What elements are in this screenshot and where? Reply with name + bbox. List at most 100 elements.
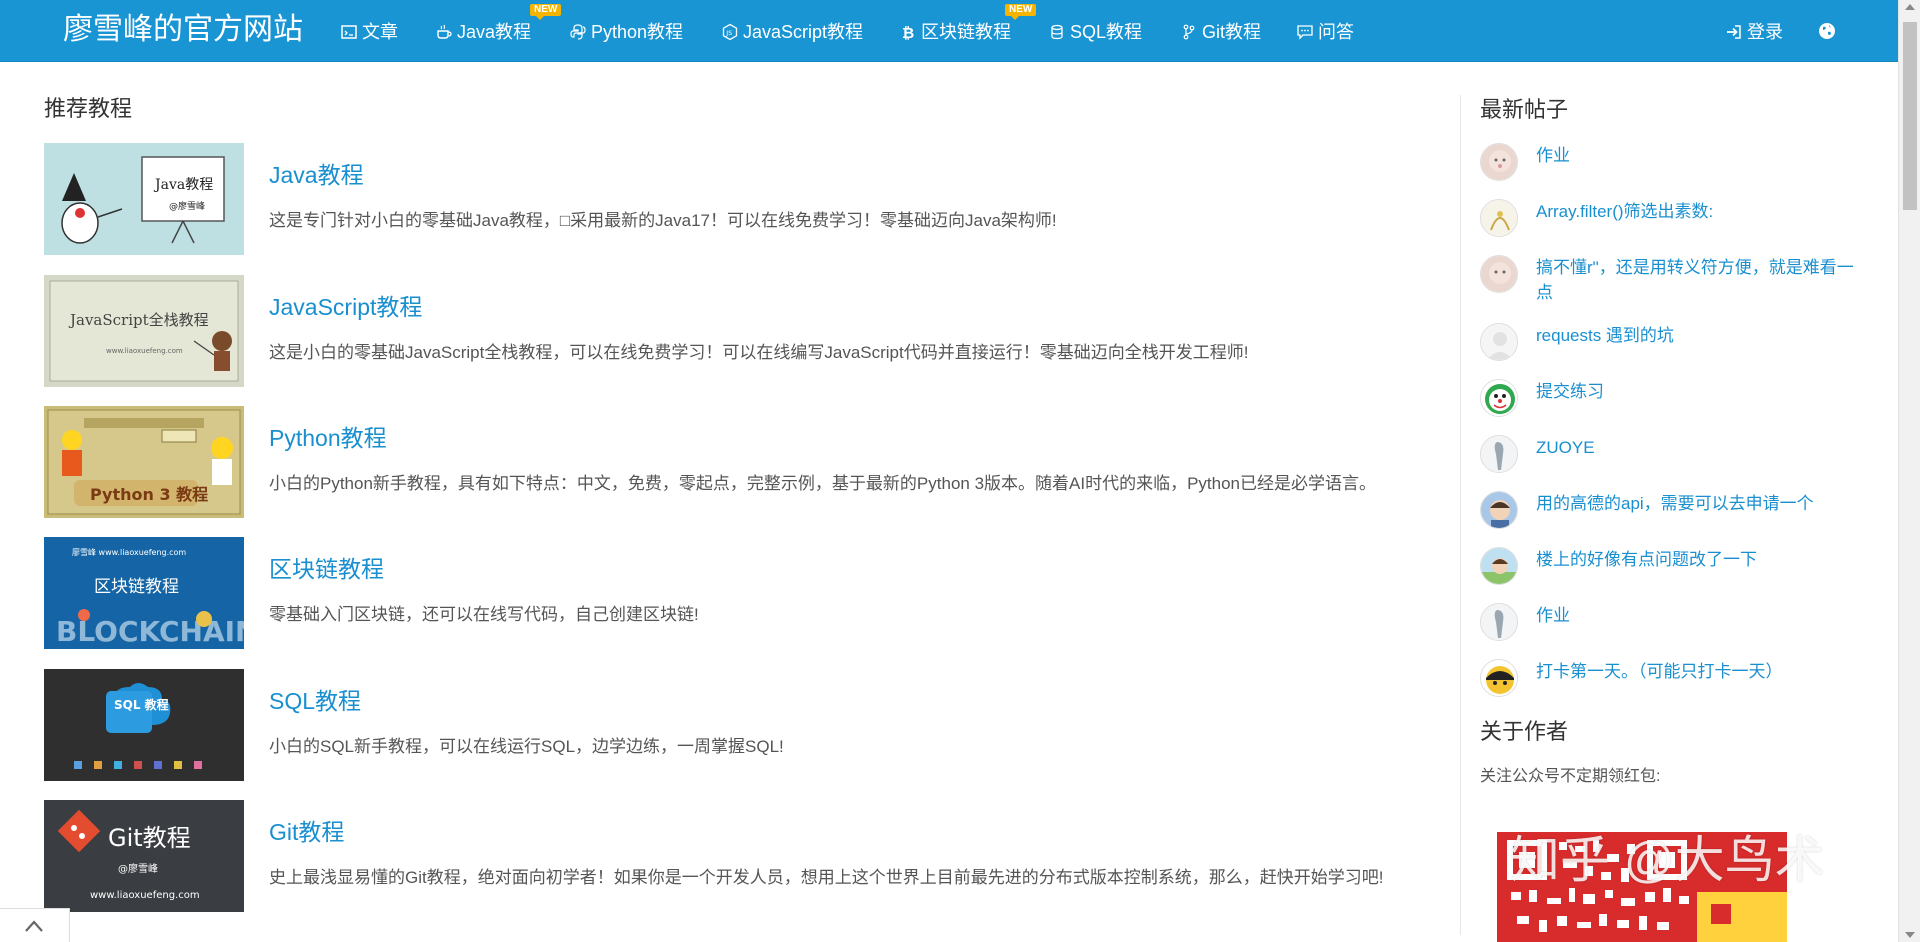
post-link[interactable]: 作业 [1536, 143, 1856, 168]
nav-item-label: 文章 [362, 22, 398, 42]
course-description: 小白的Python新手教程，具有如下特点：中文，免费，零起点，完整示例，基于最新… [269, 474, 1377, 493]
nav-item-git[interactable]: Git教程 [1180, 20, 1261, 44]
course-description: 这是专门针对小白的零基础Java教程，□采用最新的Java17！可以在线免费学习… [269, 211, 1057, 230]
nav-item-label: 区块链教程 [921, 22, 1011, 42]
avatar[interactable] [1480, 435, 1518, 473]
scrollbar-thumb[interactable] [1903, 22, 1917, 210]
database-icon [1048, 23, 1066, 41]
post-link[interactable]: 作业 [1536, 603, 1856, 628]
javascript-icon: JS [721, 23, 739, 41]
course-title[interactable]: JavaScript教程 [269, 292, 422, 322]
thumb-text: Python 3 教程 [90, 485, 208, 504]
nav-item-sql[interactable]: SQL教程 [1048, 20, 1142, 44]
nav-item-java[interactable]: Java教程 NEW [435, 4, 562, 44]
thumb-sub: www.liaoxuefeng.com [106, 347, 183, 355]
column-divider [1460, 95, 1461, 935]
post-link[interactable]: 用的高德的api，需要可以去申请一个 [1536, 491, 1856, 516]
coffee-icon [435, 23, 453, 41]
avatar[interactable] [1480, 547, 1518, 585]
login-button[interactable]: 登录 [1725, 20, 1783, 44]
nav-item-label: Python教程 [591, 22, 684, 42]
new-badge: NEW [1005, 4, 1037, 20]
svg-text:₿: ₿ [902, 24, 914, 41]
course-title[interactable]: SQL教程 [269, 686, 361, 716]
watermark-text: 知乎 @大鸟术 [1510, 832, 1825, 888]
course-description: 史上最浅显易懂的Git教程，绝对面向初学者！如果你是一个开发人员，想用上这个世界… [269, 868, 1384, 887]
course-thumbnail[interactable]: JavaScript全栈教程 www.liaoxuefeng.com [44, 275, 244, 387]
avatar[interactable] [1480, 603, 1518, 641]
nav-item-label: JavaScript教程 [743, 22, 864, 42]
latest-posts-title: 最新帖子 [1480, 97, 1569, 122]
avatar[interactable] [1480, 659, 1518, 697]
sign-in-icon [1725, 23, 1743, 41]
back-to-top-button[interactable] [0, 908, 70, 942]
chevron-up-icon [25, 920, 43, 932]
thumb-text: Java教程 [153, 177, 213, 193]
course-card-javascript: JavaScript全栈教程 www.liaoxuefeng.com JavaS… [44, 275, 1444, 387]
course-card-python: Python 3 教程 Python教程 小白的Python新手教程，具有如下特… [44, 406, 1444, 518]
course-thumbnail[interactable]: 廖雪峰 www.liaoxuefeng.com 区块链教程 BLOCKCHAIN [44, 537, 244, 649]
svg-text:JS: JS [725, 29, 732, 37]
post-link[interactable]: ZUOYE [1536, 435, 1856, 460]
site-brand[interactable]: 廖雪峰的官方网站 [63, 10, 303, 50]
course-description: 小白的SQL新手教程，可以在线运行SQL，边学边练，一周掌握SQL! [269, 737, 784, 756]
thumb-url: www.liaoxuefeng.com [90, 890, 200, 901]
course-description: 这是小白的零基础JavaScript全栈教程，可以在线免费学习！可以在线编写Ja… [269, 343, 1249, 362]
avatar[interactable] [1480, 379, 1518, 417]
recommended-title: 推荐教程 [44, 96, 133, 121]
login-label: 登录 [1747, 22, 1783, 42]
thumb-text: SQL 教程 [114, 697, 169, 712]
post-link[interactable]: 提交练习 [1536, 379, 1856, 404]
thumb-sub: @廖雪峰 [169, 200, 205, 212]
top-navbar: 廖雪峰的官方网站 文章 Java教程 NEW Python教程 JS JavaS… [0, 0, 1898, 62]
post-link[interactable]: 打卡第一天。（可能只打卡一天） [1536, 659, 1856, 684]
python-icon [569, 23, 587, 41]
about-author-title: 关于作者 [1480, 719, 1569, 744]
nav-item-label: SQL教程 [1070, 22, 1143, 42]
comment-icon [1296, 23, 1314, 41]
nav-item-articles[interactable]: 文章 [340, 20, 398, 44]
nav-item-blockchain[interactable]: ₿ 区块链教程 NEW [899, 4, 1037, 44]
avatar[interactable] [1480, 255, 1518, 293]
course-card-java: Java教程 @廖雪峰 Java教程 这是专门针对小白的零基础Java教程，□采… [44, 143, 1444, 255]
new-badge: NEW [530, 4, 562, 20]
bitcoin-icon: ₿ [899, 23, 917, 41]
post-link[interactable]: 楼上的好像有点问题改了一下 [1536, 547, 1856, 572]
post-link[interactable]: 搞不懂r"，还是用转义符方便，就是难看一点 [1536, 255, 1856, 305]
course-title[interactable]: Python教程 [269, 423, 387, 453]
globe-icon[interactable] [1818, 22, 1836, 40]
post-link[interactable]: requests 遇到的坑 [1536, 323, 1856, 348]
course-title[interactable]: Git教程 [269, 817, 344, 847]
avatar[interactable] [1480, 323, 1518, 361]
avatar[interactable] [1480, 199, 1518, 237]
scroll-down-arrow-icon[interactable] [1905, 932, 1915, 938]
course-thumbnail[interactable]: SQL 教程 [44, 669, 244, 781]
course-card-blockchain: 廖雪峰 www.liaoxuefeng.com 区块链教程 BLOCKCHAIN… [44, 537, 1444, 649]
thumb-sub: @廖雪峰 [118, 862, 158, 875]
thumb-text: 区块链教程 [94, 577, 179, 597]
vertical-scrollbar[interactable] [1898, 0, 1920, 942]
course-thumbnail[interactable]: Python 3 教程 [44, 406, 244, 518]
scroll-up-arrow-icon[interactable] [1905, 4, 1915, 10]
nav-item-javascript[interactable]: JS JavaScript教程 [721, 20, 863, 44]
git-branch-icon [1180, 23, 1198, 41]
about-author-text: 关注公众号不定期领红包: [1480, 768, 1661, 785]
course-thumbnail[interactable]: Java教程 @廖雪峰 [44, 143, 244, 255]
article-icon [340, 23, 358, 41]
course-card-git: Git教程 @廖雪峰 www.liaoxuefeng.com Git教程 史上最… [44, 800, 1444, 912]
thumb-text: JavaScript全栈教程 [68, 311, 209, 329]
course-title[interactable]: 区块链教程 [269, 554, 384, 584]
nav-item-python[interactable]: Python教程 [569, 20, 683, 44]
nav-item-label: Git教程 [1202, 22, 1262, 42]
avatar[interactable] [1480, 491, 1518, 529]
nav-item-qa[interactable]: 问答 [1296, 20, 1354, 44]
course-description: 零基础入门区块链，还可以在线写代码，自己创建区块链! [269, 605, 699, 624]
nav-item-label: Java教程 [457, 22, 532, 42]
course-title[interactable]: Java教程 [269, 160, 364, 190]
nav-item-label: 问答 [1318, 22, 1354, 42]
course-thumbnail[interactable]: Git教程 @廖雪峰 www.liaoxuefeng.com [44, 800, 244, 912]
avatar[interactable] [1480, 143, 1518, 181]
thumb-sub: 廖雪峰 www.liaoxuefeng.com [72, 547, 186, 557]
post-link[interactable]: Array.filter()筛选出素数: [1536, 199, 1856, 224]
course-card-sql: SQL 教程 SQL教程 小白的SQL新手教程，可以在线运行SQL，边学边练，一… [44, 669, 1444, 781]
